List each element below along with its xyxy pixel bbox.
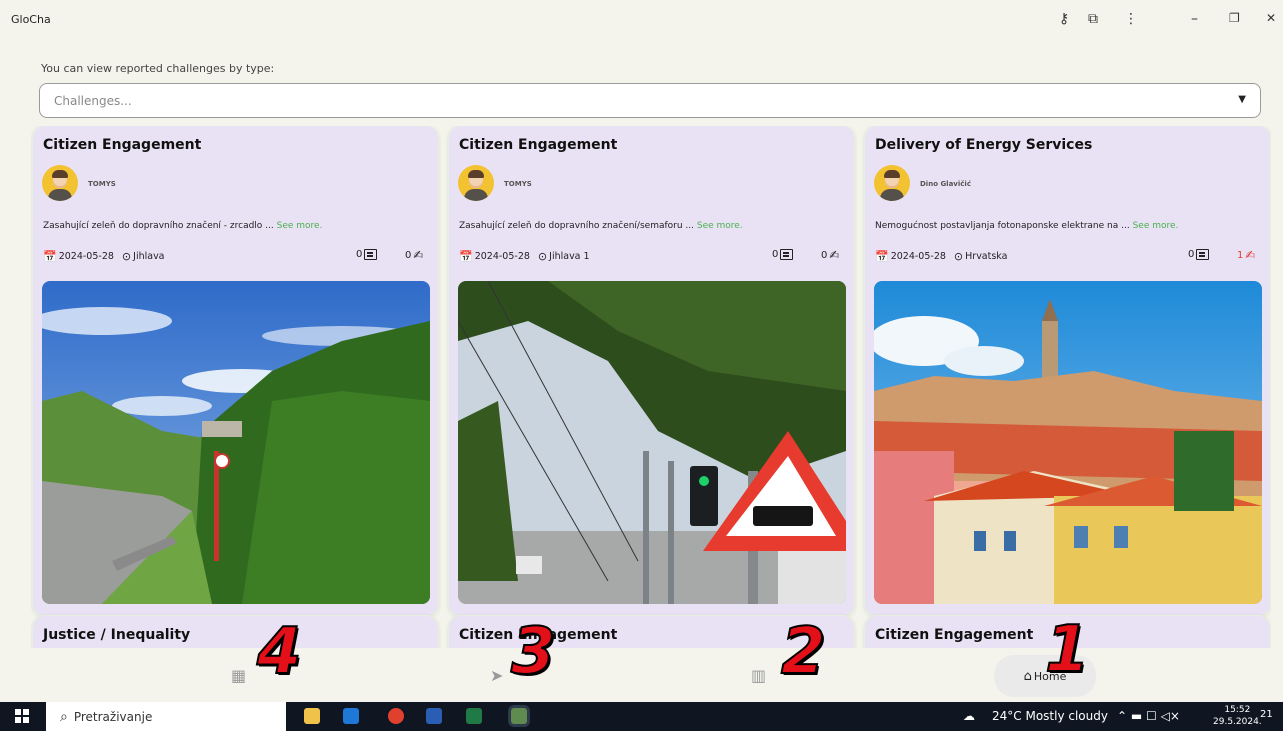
puzzle-icon[interactable]: ⧉ xyxy=(1088,12,1098,26)
taskbar-search-input[interactable]: ⌕ Pretraživanje xyxy=(46,702,286,731)
card-description: Zasahující zeleň do dopravního značení -… xyxy=(43,221,322,231)
user-name: TOMYS xyxy=(88,180,116,188)
close-button[interactable]: ✕ xyxy=(1266,12,1276,24)
location-pin-icon: ⊙ xyxy=(121,250,132,263)
title-bar: GloCha ⚷ ⧉ ⋮ – ❐ ✕ xyxy=(0,0,1283,42)
card-location: Jihlava xyxy=(133,251,165,262)
challenge-card[interactable]: Delivery of Energy Services Dino Glaviči… xyxy=(865,126,1270,616)
word-icon[interactable] xyxy=(426,708,442,724)
card-title: Citizen Engagement xyxy=(43,137,202,153)
see-more-link[interactable]: See more. xyxy=(697,221,743,231)
card-title: Delivery of Energy Services xyxy=(875,137,1093,153)
sign-icon: ✍ xyxy=(829,248,840,262)
more-vert-icon[interactable]: ⋮ xyxy=(1124,12,1138,26)
supports-count[interactable]: 0 ✍ xyxy=(821,249,839,261)
challenge-card[interactable]: Justice / Inequality xyxy=(33,616,438,650)
comments-count[interactable]: 0 xyxy=(772,249,794,260)
card-description: Nemogućnost postavljanja fotonaponske el… xyxy=(875,221,1178,231)
dashboard-icon[interactable]: ▦ xyxy=(231,666,246,685)
comments-count[interactable]: 0 xyxy=(356,249,378,260)
chevron-down-icon: ▼ xyxy=(1238,94,1246,105)
see-more-link[interactable]: See more. xyxy=(1133,221,1179,231)
windows-taskbar: ⌕ Pretraživanje ☁ 24°C Mostly cloudy ⌃ ▬… xyxy=(0,702,1283,731)
calendar-icon: 📅 xyxy=(459,250,473,263)
notification-badge[interactable]: 21 xyxy=(1260,709,1273,720)
comment-icon xyxy=(780,249,794,260)
comment-icon xyxy=(1196,249,1210,260)
challenge-type-select[interactable]: Challenges... ▼ xyxy=(39,83,1261,118)
card-meta: 📅 2024-05-28 ⊙ Jihlava 1 xyxy=(459,250,590,263)
card-description: Zasahující zeleň do dopravního značení/s… xyxy=(459,221,743,231)
excel-icon[interactable] xyxy=(466,708,482,724)
supports-value: 0 xyxy=(405,249,412,261)
annotation-number-1: 1 xyxy=(1044,613,1091,687)
weather-text[interactable]: 24°C Mostly cloudy xyxy=(992,709,1108,723)
avatar xyxy=(874,165,910,201)
calendar-icon: 📅 xyxy=(43,250,57,263)
challenge-card[interactable]: Citizen Engagement TOMYS Zasahující zele… xyxy=(449,126,854,616)
weather-icon[interactable]: ☁ xyxy=(963,709,975,723)
supports-value: 0 xyxy=(821,249,828,261)
card-meta: 📅 2024-05-28 ⊙ Hrvatska xyxy=(875,250,1007,263)
glocha-app-icon[interactable] xyxy=(511,708,527,724)
comment-icon xyxy=(364,249,378,260)
card-title: Citizen Engagement xyxy=(459,137,618,153)
search-placeholder: Pretraživanje xyxy=(73,709,153,724)
supports-count[interactable]: 0 ✍ xyxy=(405,249,423,261)
comments-value: 0 xyxy=(1188,249,1195,260)
map-icon[interactable]: ▥ xyxy=(751,666,766,685)
restore-button[interactable]: ❐ xyxy=(1229,12,1240,24)
card-location: Jihlava 1 xyxy=(549,251,590,262)
app-title: GloCha xyxy=(11,13,51,26)
location-pin-icon: ⊙ xyxy=(953,250,964,263)
supports-value: 1 xyxy=(1237,249,1244,261)
supports-count[interactable]: 1 ✍ xyxy=(1237,249,1255,261)
card-date: 2024-05-28 xyxy=(58,251,114,262)
sign-icon: ✍ xyxy=(413,248,424,262)
clock-time: 15:52 xyxy=(1224,705,1251,715)
avatar xyxy=(42,165,78,201)
see-more-link[interactable]: See more. xyxy=(277,221,323,231)
home-icon: ⌂ xyxy=(1023,668,1032,684)
minimize-button[interactable]: – xyxy=(1191,12,1198,26)
annotation-number-2: 2 xyxy=(780,615,827,689)
comments-value: 0 xyxy=(772,249,779,260)
send-icon[interactable]: ➤ xyxy=(490,666,503,685)
tray-icons[interactable]: ⌃ ▬ ☐ ◁× xyxy=(1117,709,1180,723)
comments-count[interactable]: 0 xyxy=(1188,249,1210,260)
location-pin-icon: ⊙ xyxy=(537,250,548,263)
card-title: Justice / Inequality xyxy=(43,627,191,643)
user-name: Dino Glavičić xyxy=(920,180,971,188)
comments-value: 0 xyxy=(356,249,363,260)
windows-start-icon[interactable] xyxy=(15,709,29,723)
challenge-grid: Citizen Engagement TOMYS Zasahující zele… xyxy=(31,126,1271,650)
search-icon: ⌕ xyxy=(60,708,68,725)
user-name: TOMYS xyxy=(504,180,532,188)
card-meta: 📅 2024-05-28 ⊙ Jihlava xyxy=(43,250,165,263)
card-date: 2024-05-28 xyxy=(890,251,946,262)
file-explorer-icon[interactable] xyxy=(304,708,320,724)
sign-icon: ✍ xyxy=(1245,248,1256,262)
challenge-photo xyxy=(874,281,1262,604)
calendar-icon: 📅 xyxy=(875,250,889,263)
annotation-number-3: 3 xyxy=(510,615,557,689)
description-text: Zasahující zeleň do dopravního značení -… xyxy=(43,221,277,231)
taskbar-clock[interactable]: 15:52 29.5.2024. xyxy=(1213,704,1262,728)
avatar xyxy=(458,165,494,201)
outlook-icon[interactable] xyxy=(343,708,359,724)
description-text: Nemogućnost postavljanja fotonaponske el… xyxy=(875,221,1133,231)
card-location: Hrvatska xyxy=(965,251,1008,262)
key-icon[interactable]: ⚷ xyxy=(1059,12,1069,26)
annotation-number-4: 4 xyxy=(256,615,303,689)
clock-date: 29.5.2024. xyxy=(1213,717,1262,727)
select-placeholder: Challenges... xyxy=(54,94,132,108)
challenge-photo xyxy=(458,281,846,604)
card-title: Citizen Engagement xyxy=(875,627,1034,643)
filter-label: You can view reported challenges by type… xyxy=(41,62,275,75)
challenge-card[interactable]: Citizen Engagement TOMYS Zasahující zele… xyxy=(33,126,438,616)
challenge-photo xyxy=(42,281,430,604)
card-date: 2024-05-28 xyxy=(474,251,530,262)
chrome-icon[interactable] xyxy=(388,708,404,724)
description-text: Zasahující zeleň do dopravního značení/s… xyxy=(459,221,697,231)
